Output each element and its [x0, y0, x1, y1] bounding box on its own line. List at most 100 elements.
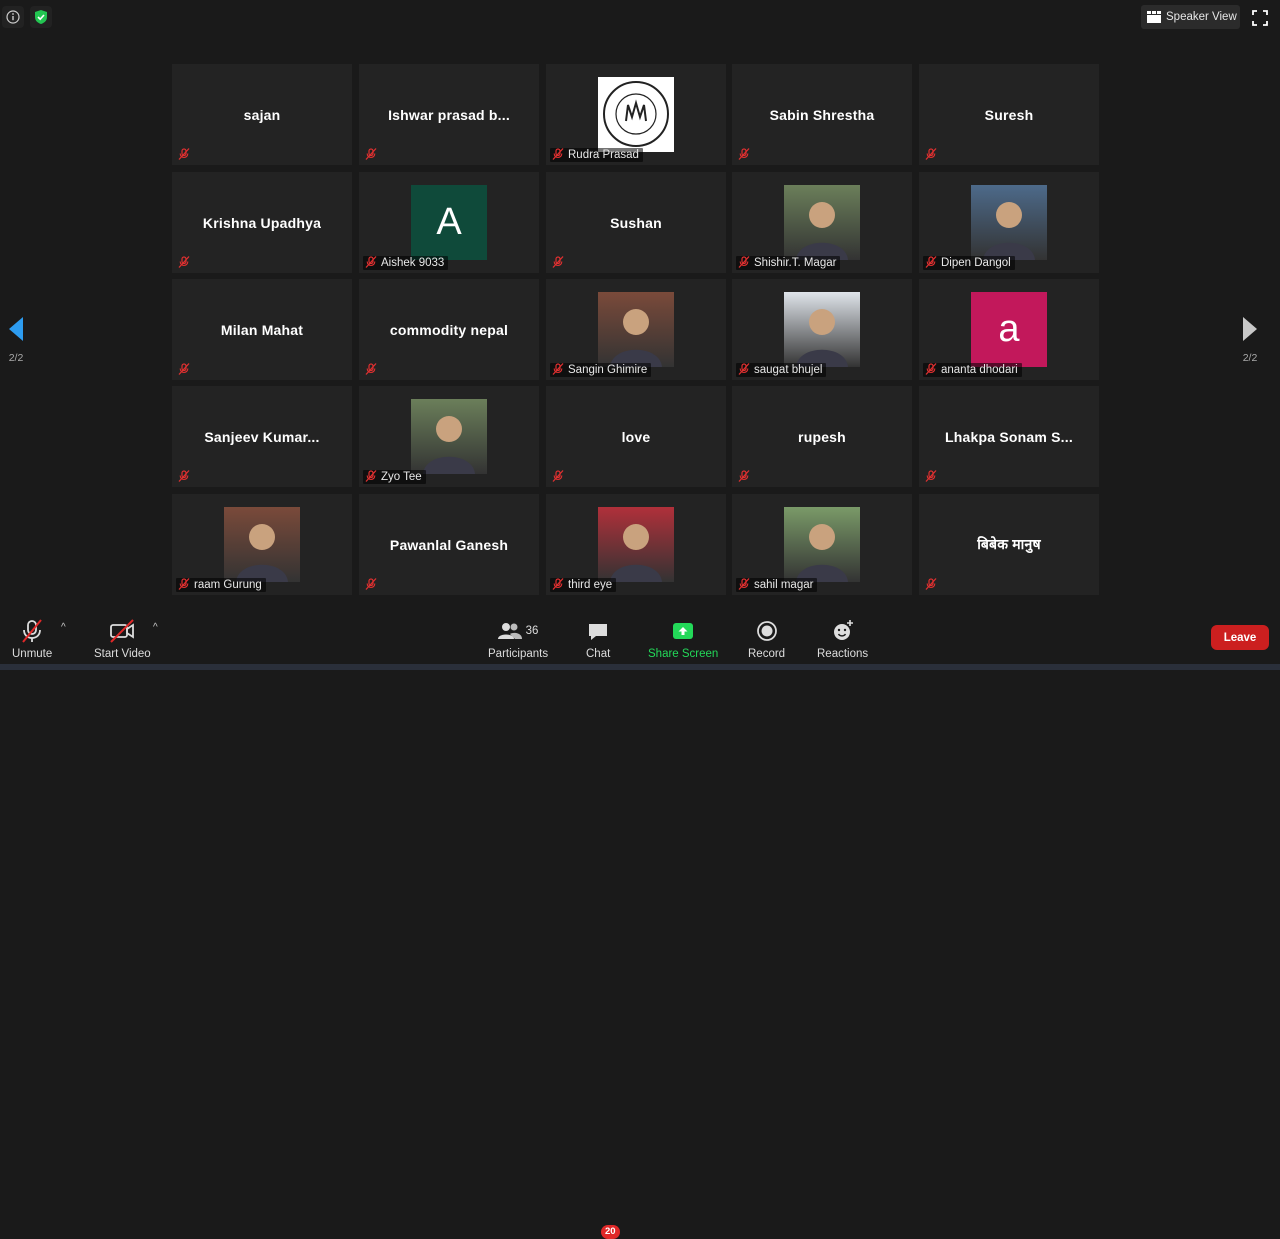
participant-tile[interactable]: Zyo Tee	[359, 386, 539, 487]
participant-tile[interactable]: third eye	[546, 494, 726, 595]
tile-footer	[923, 469, 941, 485]
participant-photo	[784, 185, 860, 260]
avatar-letter: a	[998, 308, 1020, 350]
participant-tile[interactable]: Lhakpa Sonam S...	[919, 386, 1099, 487]
mic-muted-icon	[925, 469, 937, 485]
mic-muted-icon	[925, 577, 937, 593]
participant-tile[interactable]: saugat bhujel	[732, 279, 912, 380]
mic-muted-icon	[365, 577, 377, 593]
participant-tile[interactable]: raam Gurung	[172, 494, 352, 595]
info-icon[interactable]	[2, 6, 24, 28]
next-page-nav[interactable]: 2/2	[1240, 316, 1260, 364]
participant-photo	[784, 292, 860, 367]
previous-page-nav[interactable]: 2/2	[6, 316, 26, 364]
reactions-button[interactable]: Reactions	[817, 618, 868, 660]
mic-muted-icon	[738, 255, 750, 271]
grid-icon	[1147, 11, 1161, 23]
participant-tile[interactable]: Shishir.T. Magar	[732, 172, 912, 273]
participant-name: Sabin Shrestha	[769, 106, 875, 123]
tile-footer	[550, 469, 568, 485]
left-page-indicator: 2/2	[8, 352, 24, 364]
tile-footer	[736, 469, 754, 485]
share-screen-icon	[673, 623, 694, 639]
participant-tile[interactable]: बिबेक मानुष	[919, 494, 1099, 595]
participant-name: Shishir.T. Magar	[754, 257, 837, 269]
record-button[interactable]: Record	[748, 618, 785, 660]
participant-tile[interactable]: Ishwar prasad b...	[359, 64, 539, 165]
start-video-button[interactable]: Start Video	[94, 618, 151, 660]
participant-tile[interactable]: Milan Mahat	[172, 279, 352, 380]
participant-name: Milan Mahat	[220, 321, 304, 338]
arrow-right-icon[interactable]	[1240, 316, 1260, 342]
participant-name: Aishek 9033	[381, 257, 445, 269]
participant-tile[interactable]: A Aishek 9033	[359, 172, 539, 273]
record-icon	[756, 621, 777, 641]
speaker-view-label: Speaker View	[1166, 11, 1237, 23]
tile-footer: saugat bhujel	[736, 362, 827, 377]
participants-label: Participants	[488, 648, 549, 660]
meeting-toolbar: Unmute ^ Start Video ^ 36 Participants C…	[0, 610, 1280, 1239]
participant-name: saugat bhujel	[754, 364, 823, 376]
mic-muted-icon	[738, 469, 750, 485]
mic-muted-icon	[552, 469, 564, 485]
tile-footer: Aishek 9033	[363, 255, 449, 270]
participant-tile[interactable]: Pawanlal Ganesh	[359, 494, 539, 595]
participant-name: ananta dhodari	[941, 364, 1018, 376]
tile-footer: Dipen Dangol	[923, 255, 1015, 270]
participant-tile[interactable]: sajan	[172, 64, 352, 165]
tile-footer	[176, 147, 194, 163]
participant-tile[interactable]: Sushan	[546, 172, 726, 273]
mic-muted-icon	[178, 147, 190, 163]
mic-muted-icon	[738, 577, 750, 593]
chat-label: Chat	[586, 648, 611, 660]
organization-logo	[598, 77, 674, 152]
mic-muted-icon	[925, 362, 937, 378]
share-screen-button[interactable]: Share Screen	[648, 618, 718, 660]
participant-photo	[598, 292, 674, 367]
participant-name: Pawanlal Ganesh	[389, 536, 509, 553]
audio-options-caret-icon[interactable]: ^	[61, 622, 66, 633]
participant-tile[interactable]: commodity nepal	[359, 279, 539, 380]
participant-tile[interactable]: Krishna Upadhya	[172, 172, 352, 273]
os-taskbar-strip	[0, 664, 1280, 670]
participant-tile[interactable]: Suresh	[919, 64, 1099, 165]
participant-tile[interactable]: love	[546, 386, 726, 487]
participant-name: Sushan	[610, 214, 662, 231]
speaker-view-button[interactable]: Speaker View	[1141, 5, 1240, 29]
participant-name: love	[621, 428, 651, 445]
participants-button[interactable]: 36 Participants	[488, 618, 548, 660]
participant-name: Rudra Prasad	[568, 149, 639, 161]
tile-footer	[176, 255, 194, 270]
participant-tile[interactable]: Sangin Ghimire	[546, 279, 726, 380]
reactions-label: Reactions	[817, 648, 869, 660]
arrow-left-icon[interactable]	[6, 316, 26, 342]
participant-photo	[784, 507, 860, 582]
tile-footer	[176, 469, 194, 485]
video-options-caret-icon[interactable]: ^	[153, 622, 158, 633]
participant-name: third eye	[568, 579, 613, 591]
shield-icon[interactable]	[30, 6, 52, 28]
participant-photo	[598, 507, 674, 582]
mic-muted-icon	[178, 362, 190, 378]
mic-muted-icon	[552, 577, 564, 593]
right-page-indicator: 2/2	[1242, 352, 1258, 364]
chat-button[interactable]: Chat	[586, 618, 610, 660]
participant-tile[interactable]: Sabin Shrestha	[732, 64, 912, 165]
participant-tile[interactable]: a ananta dhodari	[919, 279, 1099, 380]
chat-badge: 20	[601, 1225, 620, 1239]
record-label: Record	[748, 648, 786, 660]
participant-tile[interactable]: Dipen Dangol	[919, 172, 1099, 273]
participant-photo	[411, 399, 487, 474]
leave-button[interactable]: Leave	[1211, 625, 1269, 650]
participant-tile[interactable]: rupesh	[732, 386, 912, 487]
participant-tile[interactable]: Sanjeev Kumar...	[172, 386, 352, 487]
participant-name: sahil magar	[754, 579, 814, 591]
mic-muted-icon	[365, 147, 377, 163]
participant-tile[interactable]: Rudra Prasad	[546, 64, 726, 165]
share-screen-label: Share Screen	[648, 648, 719, 660]
reactions-icon	[833, 620, 853, 640]
participant-tile[interactable]: sahil magar	[732, 494, 912, 595]
mic-muted-icon	[178, 469, 190, 485]
fullscreen-icon[interactable]	[1250, 8, 1270, 28]
unmute-button[interactable]: Unmute	[12, 618, 52, 660]
